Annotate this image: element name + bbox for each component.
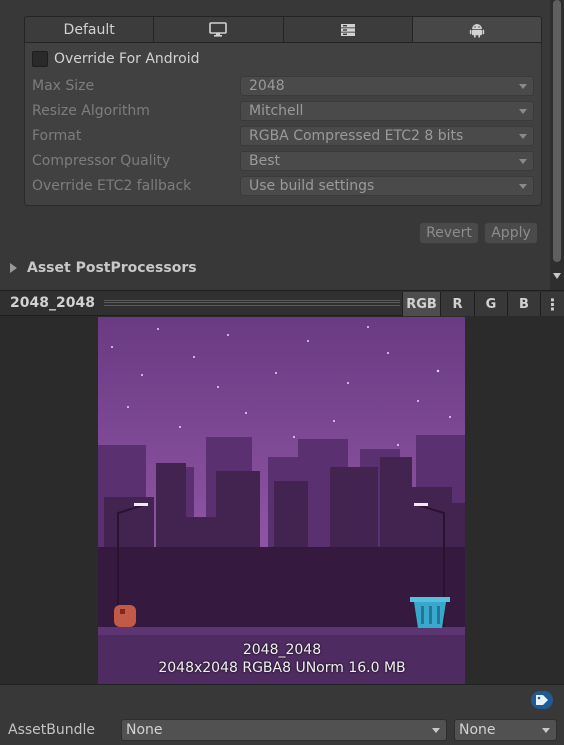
channel-rgb-button[interactable]: RGB — [402, 292, 440, 316]
dropdown-value: None — [459, 722, 496, 738]
chevron-down-icon — [519, 159, 527, 164]
robot-sprite — [114, 605, 136, 627]
override-row: Override For Android — [32, 51, 199, 67]
dropdown-value: Mitchell — [249, 103, 304, 119]
texture-preview-image — [98, 317, 465, 684]
chevron-down-icon — [432, 728, 440, 733]
chevron-down-icon — [519, 84, 527, 89]
chevron-down-icon — [519, 109, 527, 114]
field-compressor-quality: Compressor Quality Best — [32, 151, 534, 172]
dropdown-value: Use build settings — [249, 178, 375, 194]
etc2-fallback-dropdown[interactable]: Use build settings — [240, 176, 534, 196]
platform-settings-panel: Override For Android Max Size 2048 Resiz… — [24, 43, 542, 206]
tab-default-label: Default — [63, 21, 115, 38]
compressor-quality-dropdown[interactable]: Best — [240, 151, 534, 171]
asset-label-icon[interactable] — [531, 691, 553, 709]
field-format: Format RGBA Compressed ETC2 8 bits — [32, 126, 534, 147]
tab-server[interactable] — [283, 17, 413, 42]
override-checkbox[interactable] — [32, 51, 48, 67]
tab-default[interactable]: Default — [25, 17, 155, 42]
server-icon — [340, 23, 355, 36]
dropdown-value: Best — [249, 153, 281, 169]
chevron-down-icon — [542, 728, 550, 733]
chevron-down-icon — [519, 184, 527, 189]
preview-info-details: 2048x2048 RGBA8 UNorm 16.0 MB — [158, 660, 406, 676]
max-size-dropdown[interactable]: 2048 — [240, 76, 534, 96]
asset-bundle-variant-dropdown[interactable]: None — [454, 719, 557, 741]
override-label: Override For Android — [54, 51, 200, 67]
apply-button[interactable]: Apply — [484, 222, 538, 244]
field-resize-algorithm: Resize Algorithm Mitchell — [32, 101, 534, 122]
preview-info-name: 2048_2048 — [242, 642, 322, 658]
resize-algorithm-dropdown[interactable]: Mitchell — [240, 101, 534, 121]
tab-standalone[interactable] — [154, 17, 284, 42]
foldout-arrow-icon — [10, 263, 17, 273]
tab-android[interactable] — [412, 17, 541, 42]
asset-bundle-name-dropdown[interactable]: None — [121, 719, 447, 741]
dropdown-value: None — [126, 722, 163, 738]
dropdown-value: 2048 — [249, 78, 285, 94]
channel-r-button[interactable]: R — [440, 292, 474, 316]
monitor-icon — [209, 21, 228, 37]
postprocessors-foldout[interactable]: Asset PostProcessors — [10, 260, 197, 276]
field-max-size: Max Size 2048 — [32, 76, 534, 97]
preview-header: 2048_2048 RGB R G B ⋮ — [0, 290, 564, 316]
field-label: Format — [32, 128, 82, 144]
revert-button[interactable]: Revert — [419, 222, 479, 244]
preview-title: 2048_2048 — [10, 295, 95, 311]
asset-bundle-label: AssetBundle — [8, 722, 96, 738]
dropdown-value: RGBA Compressed ETC2 8 bits — [249, 128, 464, 144]
tag-icon — [536, 695, 548, 705]
scroll-down-arrow-icon[interactable] — [553, 273, 561, 279]
field-etc2-fallback: Override ETC2 fallback Use build setting… — [32, 176, 534, 197]
inspector-scrollbar[interactable] — [550, 0, 564, 290]
field-label: Override ETC2 fallback — [32, 178, 192, 194]
channel-g-button[interactable]: G — [474, 292, 507, 316]
preview-area: 2048_2048 2048x2048 RGBA8 UNorm 16.0 MB — [0, 316, 564, 684]
more-options-icon[interactable]: ⋮ — [540, 292, 564, 316]
platform-tabs: Default — [24, 16, 542, 43]
field-label: Max Size — [32, 78, 95, 94]
scrollbar-thumb[interactable] — [553, 0, 561, 262]
preview-resize-grip[interactable] — [104, 300, 400, 306]
format-dropdown[interactable]: RGBA Compressed ETC2 8 bits — [240, 126, 534, 146]
channel-b-button[interactable]: B — [507, 292, 540, 316]
field-label: Resize Algorithm — [32, 103, 150, 119]
asset-bundle-bar: AssetBundle None None — [0, 684, 564, 745]
field-label: Compressor Quality — [32, 153, 171, 169]
android-icon — [469, 23, 485, 37]
postprocessors-label: Asset PostProcessors — [27, 260, 197, 276]
chevron-down-icon — [519, 134, 527, 139]
